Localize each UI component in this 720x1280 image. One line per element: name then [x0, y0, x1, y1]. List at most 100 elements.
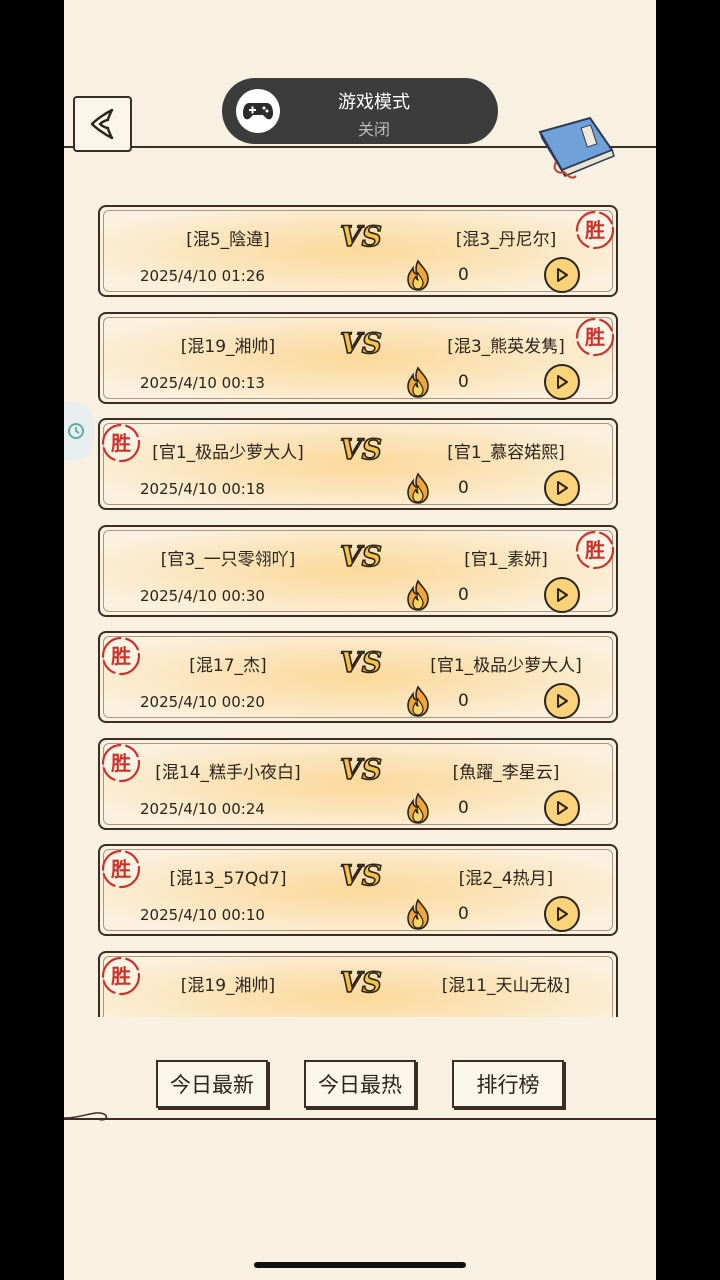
game-mode-title: 游戏模式 — [338, 92, 410, 113]
clock-icon — [68, 423, 84, 439]
right-player-name: [官1_素妍] — [464, 549, 548, 570]
svg-text:VS: VS — [340, 220, 382, 253]
fire-icon — [404, 365, 432, 398]
play-replay-button[interactable] — [544, 257, 580, 293]
match-card[interactable]: [官1_极品少萝大人] VS [官1_慕容婼熙] 2025/4/10 00:18 0 胜 — [98, 418, 618, 510]
back-button[interactable] — [73, 96, 132, 152]
left-player-name: [混14_糕手小夜白] — [155, 762, 301, 783]
tab-ranking[interactable]: 排行榜 — [452, 1060, 564, 1108]
match-date: 2025/4/10 00:10 — [140, 906, 265, 924]
svg-text:VS: VS — [340, 540, 382, 573]
play-icon — [557, 374, 568, 389]
match-list[interactable]: [混5_陰違] VS [混3_丹尼尔] 2025/4/10 01:26 0 胜 [混19_湘… — [98, 205, 622, 1017]
right-player-name: [混2_4热月] — [458, 869, 554, 889]
winner-stamp-icon: 胜 — [100, 848, 142, 890]
svg-text:胜: 胜 — [111, 644, 131, 668]
fire-icon — [404, 472, 432, 504]
scroll-book-icon[interactable] — [532, 110, 622, 182]
tab-today-latest[interactable]: 今日最新 — [156, 1060, 268, 1108]
vs-badge: VS — [338, 219, 384, 254]
svg-text:胜: 胜 — [111, 431, 131, 455]
heat-count: 0 — [458, 904, 469, 924]
match-card[interactable]: [混19_湘帅] VS [混3_熊英发隽] 2025/4/10 00:13 0 胜 — [98, 311, 618, 404]
home-indicator — [254, 1262, 466, 1268]
heat-count: 0 — [458, 691, 469, 711]
winner-stamp-icon: 胜 — [100, 742, 142, 784]
play-replay-button[interactable] — [544, 576, 580, 613]
svg-text:胜: 胜 — [585, 325, 605, 349]
winner-stamp-icon: 胜 — [100, 422, 142, 464]
vs-badge: VS — [338, 858, 384, 893]
match-card[interactable]: [混19_湘帅] VS [混11_天山无极] 胜 — [98, 950, 618, 1017]
fire-icon — [404, 791, 432, 824]
right-player-name: [官1_慕容婼熙] — [447, 443, 565, 463]
heat-count: 0 — [458, 797, 469, 818]
winner-stamp-icon: 胜 — [100, 635, 142, 677]
game-mode-status: 关闭 — [357, 120, 390, 139]
vs-badge: VS — [338, 965, 384, 1000]
match-card[interactable]: [混13_57Qd7] VS [混2_4热月] 2025/4/10 00:10 0 胜 — [98, 844, 618, 936]
match-date: 2025/4/10 00:18 — [140, 480, 265, 498]
match-date: 2025/4/10 00:30 — [140, 586, 265, 605]
fire-icon — [404, 898, 432, 930]
svg-text:胜: 胜 — [111, 857, 131, 881]
match-card[interactable]: [混17_杰] VS [官1_极品少萝大人] 2025/4/10 00:20 0 胜 — [98, 631, 618, 723]
svg-text:胜: 胜 — [111, 964, 131, 988]
winner-stamp-icon: 胜 — [574, 209, 616, 251]
play-replay-button[interactable] — [544, 470, 580, 506]
play-icon — [557, 481, 568, 495]
match-date: 2025/4/10 00:13 — [140, 373, 265, 392]
left-player-name: [混17_杰] — [189, 656, 267, 676]
tab-today-hottest[interactable]: 今日最热 — [304, 1060, 416, 1108]
svg-text:胜: 胜 — [585, 538, 605, 562]
play-replay-button[interactable] — [544, 363, 580, 400]
play-icon — [557, 694, 568, 708]
match-date: 2025/4/10 01:26 — [140, 267, 265, 285]
match-date: 2025/4/10 00:24 — [140, 799, 265, 818]
winner-stamp-icon: 胜 — [574, 529, 616, 571]
left-player-name: [混19_湘帅] — [180, 975, 276, 996]
back-chevron-icon — [90, 108, 113, 140]
right-player-name: [官1_极品少萝大人] — [430, 656, 582, 676]
left-player-name: [混13_57Qd7] — [169, 869, 287, 889]
heat-count: 0 — [458, 265, 469, 285]
right-player-name: [魚躍_李星云] — [452, 762, 560, 783]
left-player-name: [混5_陰違] — [186, 230, 270, 250]
left-player-name: [官1_极品少萝大人] — [152, 443, 304, 463]
heat-count: 0 — [458, 478, 469, 498]
right-player-name: [混3_熊英发隽] — [447, 336, 565, 357]
gamepad-icon — [236, 89, 280, 133]
winner-stamp-icon: 胜 — [100, 955, 142, 997]
play-icon — [557, 907, 568, 921]
play-icon — [557, 587, 568, 602]
svg-text:VS: VS — [340, 859, 382, 892]
vs-badge: VS — [338, 432, 384, 467]
svg-text:VS: VS — [340, 433, 382, 466]
svg-text:胜: 胜 — [111, 751, 131, 775]
match-card[interactable]: [官3_一只零翎吖] VS [官1_素妍] 2025/4/10 00:30 0 胜 — [98, 524, 618, 617]
match-card[interactable]: [混14_糕手小夜白] VS [魚躍_李星云] 2025/4/10 00:24 0 胜 — [98, 737, 618, 830]
svg-text:VS: VS — [340, 327, 382, 360]
vs-badge: VS — [338, 326, 384, 361]
game-mode-toast[interactable]: 游戏模式 关闭 — [222, 78, 498, 144]
winner-stamp-icon: 胜 — [574, 316, 616, 358]
match-card[interactable]: [混5_陰違] VS [混3_丹尼尔] 2025/4/10 01:26 0 胜 — [98, 205, 618, 297]
right-player-name: [混3_丹尼尔] — [455, 230, 557, 250]
right-player-name: [混11_天山无极] — [441, 975, 571, 996]
play-replay-button[interactable] — [544, 789, 580, 826]
vs-badge: VS — [338, 539, 384, 574]
play-icon — [557, 800, 568, 815]
footer-divider — [64, 1118, 656, 1120]
vs-badge: VS — [338, 752, 384, 787]
svg-text:VS: VS — [340, 966, 382, 999]
svg-text:胜: 胜 — [585, 218, 605, 242]
play-icon — [557, 268, 568, 282]
play-replay-button[interactable] — [544, 896, 580, 932]
floating-side-tab[interactable] — [64, 402, 94, 460]
divider-swirl-decoration — [64, 1112, 108, 1121]
fire-icon — [404, 578, 432, 611]
vs-badge: VS — [338, 645, 384, 680]
fire-icon — [404, 685, 432, 717]
play-replay-button[interactable] — [544, 683, 580, 719]
heat-count: 0 — [458, 584, 469, 605]
